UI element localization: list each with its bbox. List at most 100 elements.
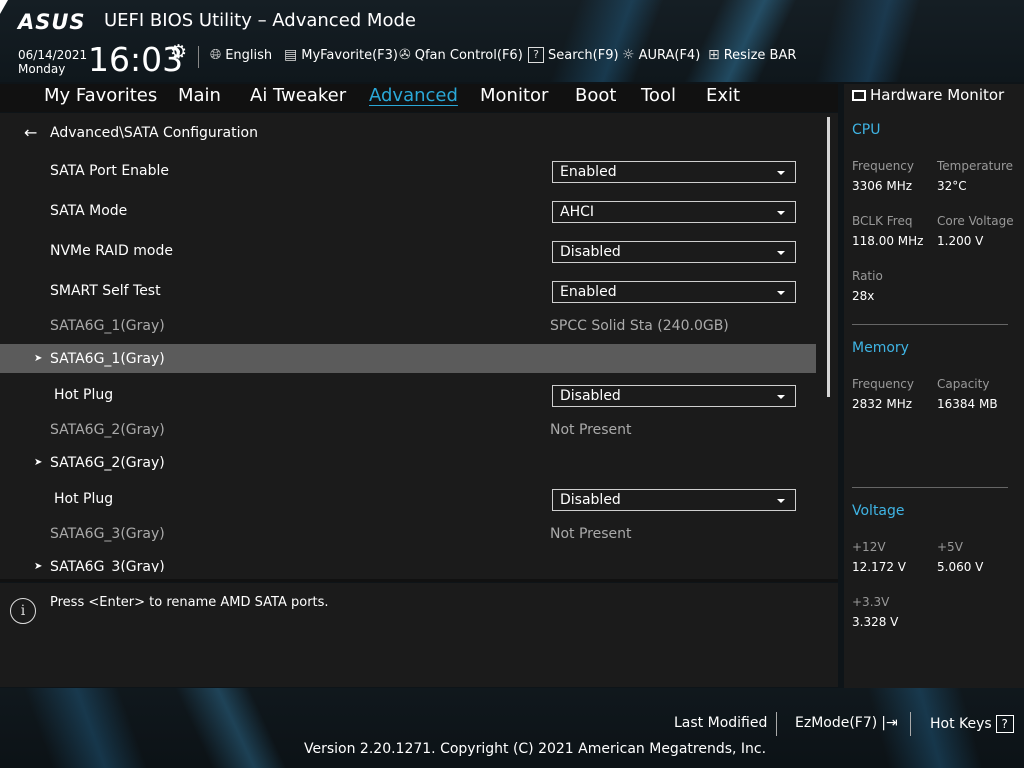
mouse-cursor-icon <box>0 0 8 14</box>
cpu-frequency-label: Frequency <box>852 159 914 173</box>
myfavorite-label: MyFavorite(F3) <box>301 47 398 63</box>
tab-exit[interactable]: Exit <box>706 85 740 106</box>
sata-mode-label: SATA Mode <box>50 203 128 219</box>
dropdown-arrow-icon <box>777 291 785 295</box>
ezmode-button[interactable]: EzMode(F7) |⇥ <box>795 715 898 731</box>
aura-label: AURA(F4) <box>638 47 701 63</box>
sata-port-enable-label: SATA Port Enable <box>50 163 170 179</box>
dropdown-arrow-icon <box>777 395 785 399</box>
hw-divider <box>852 324 1008 325</box>
version-text: Version 2.20.1271. Copyright (C) 2021 Am… <box>304 741 767 757</box>
aura-icon: ☼ <box>622 47 635 63</box>
breadcrumb: Advanced\SATA Configuration <box>50 125 258 141</box>
dropdown-arrow-icon <box>777 251 785 255</box>
v5-value: 5.060 V <box>937 560 984 574</box>
info-icon: i <box>10 598 36 624</box>
expand-arrow-icon: ➤ <box>34 457 43 468</box>
window-title: UEFI BIOS Utility – Advanced Mode <box>104 10 416 31</box>
fan-icon: ✇ <box>399 47 411 63</box>
ezmode-label: EzMode(F7) <box>795 715 878 731</box>
smart-self-test-value: Enabled <box>560 284 617 300</box>
resize-bar-label: Resize BAR <box>723 47 797 63</box>
globe-icon: 🌐︎ <box>210 47 222 63</box>
favorite-list-icon: ▤ <box>284 47 298 63</box>
sata2-info-label: SATA6G_2(Gray) <box>50 422 165 438</box>
smart-self-test-label: SMART Self Test <box>50 283 161 299</box>
sata1-hot-plug-dropdown[interactable]: Disabled <box>552 385 796 407</box>
sata1-info-value: SPCC Solid Sta (240.0GB) <box>550 318 729 334</box>
search-label: Search(F9) <box>548 47 619 63</box>
sata-port-enable-dropdown[interactable]: Enabled <box>552 161 796 183</box>
smart-self-test-dropdown[interactable]: Enabled <box>552 281 796 303</box>
bclk-freq-value: 118.00 MHz <box>852 234 924 248</box>
tab-advanced[interactable]: Advanced <box>369 85 458 106</box>
cpu-temperature-label: Temperature <box>937 159 1014 173</box>
sata3-info-label: SATA6G_3(Gray) <box>50 526 165 542</box>
ratio-value: 28x <box>852 289 875 303</box>
sata2-hot-plug-label: Hot Plug <box>54 491 114 507</box>
help-question-icon: ? <box>995 715 1014 733</box>
nvme-raid-label: NVMe RAID mode <box>50 243 173 259</box>
resize-bar-icon: ⊞ <box>708 47 720 63</box>
settings-scrollbar[interactable] <box>827 117 830 397</box>
aura-button[interactable]: ☼ AURA(F4) <box>622 47 700 63</box>
footer-divider <box>910 712 911 736</box>
sata1-hot-plug-value: Disabled <box>560 388 621 404</box>
memory-capacity-label: Capacity <box>937 377 990 391</box>
header-divider <box>198 46 199 68</box>
date-value: 06/14/2021 <box>18 48 88 62</box>
tab-main[interactable]: Main <box>178 85 221 106</box>
memory-section-title: Memory <box>852 340 909 356</box>
tab-my-favorites[interactable]: My Favorites <box>44 85 157 106</box>
sata2-submenu[interactable]: SATA6G_2(Gray) <box>50 455 165 471</box>
sata3-submenu[interactable]: SATA6G_3(Gray) <box>50 559 165 572</box>
last-modified-button[interactable]: Last Modified <box>674 715 767 731</box>
last-modified-label: Last Modified <box>674 715 768 731</box>
nvme-raid-dropdown[interactable]: Disabled <box>552 241 796 263</box>
back-arrow-icon[interactable]: ← <box>24 123 37 142</box>
search-button[interactable]: ? Search(F9) <box>528 47 619 63</box>
dropdown-arrow-icon <box>777 211 785 215</box>
core-voltage-label: Core Voltage <box>937 214 1014 228</box>
tab-tool[interactable]: Tool <box>641 85 676 106</box>
tab-monitor[interactable]: Monitor <box>480 85 548 106</box>
myfavorite-button[interactable]: ▤ MyFavorite(F3) <box>284 47 398 63</box>
expand-arrow-icon: ➤ <box>34 561 43 572</box>
tab-ai-tweaker[interactable]: Ai Tweaker <box>250 85 346 106</box>
bclk-freq-label: BCLK Freq <box>852 214 913 228</box>
search-icon: ? <box>528 47 544 63</box>
dropdown-arrow-icon <box>777 499 785 503</box>
date-display: 06/14/2021 Monday <box>18 48 87 76</box>
cpu-section-title: CPU <box>852 122 881 138</box>
help-text: Press <Enter> to rename AMD SATA ports. <box>50 595 329 610</box>
sata2-info-value: Not Present <box>550 422 632 438</box>
nvme-raid-value: Disabled <box>560 244 621 260</box>
sata-mode-value: AHCI <box>560 204 595 220</box>
expand-arrow-icon: ➤ <box>34 353 43 364</box>
hw-divider <box>852 487 1008 488</box>
hardware-monitor-header: Hardware Monitor <box>852 86 1004 104</box>
sata-mode-dropdown[interactable]: AHCI <box>552 201 796 223</box>
v12-value: 12.172 V <box>852 560 907 574</box>
cpu-temperature-value: 32°C <box>937 179 967 193</box>
day-value: Monday <box>18 62 66 76</box>
qfan-control-button[interactable]: ✇ Qfan Control(F6) <box>399 47 523 63</box>
memory-frequency-value: 2832 MHz <box>852 397 913 411</box>
sata2-hot-plug-dropdown[interactable]: Disabled <box>552 489 796 511</box>
sata1-info-label: SATA6G_1(Gray) <box>50 318 165 334</box>
ratio-label: Ratio <box>852 269 883 283</box>
qfan-label: Qfan Control(F6) <box>414 47 523 63</box>
time-display: 16:03 <box>88 40 184 79</box>
sata1-submenu[interactable]: SATA6G_1(Gray) <box>50 351 165 367</box>
core-voltage-value: 1.200 V <box>937 234 984 248</box>
resize-bar-button[interactable]: ⊞ Resize BAR <box>708 47 796 63</box>
tab-boot[interactable]: Boot <box>575 85 616 106</box>
language-button[interactable]: 🌐︎ English <box>210 47 272 63</box>
exit-to-ezmode-icon: |⇥ <box>881 715 898 731</box>
monitor-icon <box>852 89 866 101</box>
sata1-hot-plug-label: Hot Plug <box>54 387 114 403</box>
hot-keys-button[interactable]: Hot Keys ? <box>930 715 1014 733</box>
hardware-monitor-title: Hardware Monitor <box>870 86 1005 104</box>
gear-icon[interactable]: ⚙ <box>170 41 187 63</box>
v5-label: +5V <box>937 540 963 554</box>
